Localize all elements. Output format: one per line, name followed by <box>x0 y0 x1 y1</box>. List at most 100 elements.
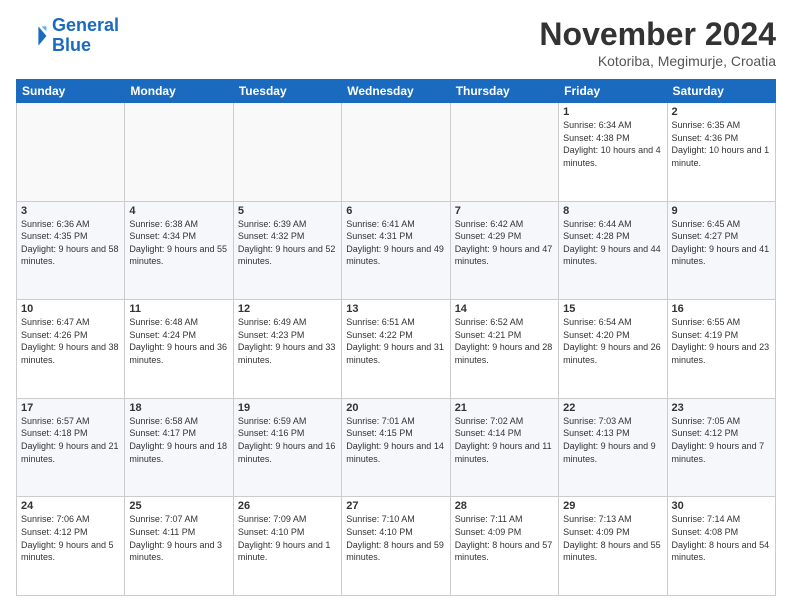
day-info: Sunrise: 7:03 AM Sunset: 4:13 PM Dayligh… <box>563 415 662 465</box>
day-cell: 30Sunrise: 7:14 AM Sunset: 4:08 PM Dayli… <box>667 497 775 596</box>
day-info: Sunrise: 7:02 AM Sunset: 4:14 PM Dayligh… <box>455 415 554 465</box>
title-block: November 2024 Kotoriba, Megimurje, Croat… <box>539 16 776 69</box>
week-row-4: 24Sunrise: 7:06 AM Sunset: 4:12 PM Dayli… <box>17 497 776 596</box>
day-cell: 3Sunrise: 6:36 AM Sunset: 4:35 PM Daylig… <box>17 201 125 300</box>
day-number: 29 <box>563 500 662 512</box>
day-cell: 1Sunrise: 6:34 AM Sunset: 4:38 PM Daylig… <box>559 103 667 202</box>
day-cell: 13Sunrise: 6:51 AM Sunset: 4:22 PM Dayli… <box>342 300 450 399</box>
logo: General Blue <box>16 16 119 56</box>
day-cell: 17Sunrise: 6:57 AM Sunset: 4:18 PM Dayli… <box>17 398 125 497</box>
day-number: 11 <box>129 303 228 315</box>
day-cell <box>17 103 125 202</box>
day-info: Sunrise: 6:47 AM Sunset: 4:26 PM Dayligh… <box>21 316 120 366</box>
day-number: 26 <box>238 500 337 512</box>
day-cell: 28Sunrise: 7:11 AM Sunset: 4:09 PM Dayli… <box>450 497 558 596</box>
day-cell: 16Sunrise: 6:55 AM Sunset: 4:19 PM Dayli… <box>667 300 775 399</box>
day-number: 10 <box>21 303 120 315</box>
day-cell <box>125 103 233 202</box>
day-cell <box>342 103 450 202</box>
day-info: Sunrise: 6:45 AM Sunset: 4:27 PM Dayligh… <box>672 218 771 268</box>
day-cell <box>233 103 341 202</box>
day-number: 9 <box>672 205 771 217</box>
day-info: Sunrise: 7:13 AM Sunset: 4:09 PM Dayligh… <box>563 513 662 563</box>
day-number: 7 <box>455 205 554 217</box>
day-info: Sunrise: 6:39 AM Sunset: 4:32 PM Dayligh… <box>238 218 337 268</box>
col-saturday: Saturday <box>667 80 775 103</box>
day-number: 22 <box>563 402 662 414</box>
subtitle: Kotoriba, Megimurje, Croatia <box>539 53 776 69</box>
day-cell: 6Sunrise: 6:41 AM Sunset: 4:31 PM Daylig… <box>342 201 450 300</box>
day-cell: 2Sunrise: 6:35 AM Sunset: 4:36 PM Daylig… <box>667 103 775 202</box>
day-info: Sunrise: 6:36 AM Sunset: 4:35 PM Dayligh… <box>21 218 120 268</box>
day-number: 8 <box>563 205 662 217</box>
day-number: 6 <box>346 205 445 217</box>
day-cell: 23Sunrise: 7:05 AM Sunset: 4:12 PM Dayli… <box>667 398 775 497</box>
header: General Blue November 2024 Kotoriba, Meg… <box>16 16 776 69</box>
day-number: 14 <box>455 303 554 315</box>
day-number: 18 <box>129 402 228 414</box>
week-row-3: 17Sunrise: 6:57 AM Sunset: 4:18 PM Dayli… <box>17 398 776 497</box>
day-info: Sunrise: 7:01 AM Sunset: 4:15 PM Dayligh… <box>346 415 445 465</box>
day-info: Sunrise: 7:06 AM Sunset: 4:12 PM Dayligh… <box>21 513 120 563</box>
day-number: 13 <box>346 303 445 315</box>
day-info: Sunrise: 7:09 AM Sunset: 4:10 PM Dayligh… <box>238 513 337 563</box>
page: General Blue November 2024 Kotoriba, Meg… <box>0 0 792 612</box>
day-number: 28 <box>455 500 554 512</box>
day-info: Sunrise: 6:38 AM Sunset: 4:34 PM Dayligh… <box>129 218 228 268</box>
day-number: 1 <box>563 106 662 118</box>
day-number: 4 <box>129 205 228 217</box>
day-info: Sunrise: 6:52 AM Sunset: 4:21 PM Dayligh… <box>455 316 554 366</box>
logo-text: General Blue <box>52 16 119 56</box>
day-number: 27 <box>346 500 445 512</box>
day-cell: 20Sunrise: 7:01 AM Sunset: 4:15 PM Dayli… <box>342 398 450 497</box>
day-number: 24 <box>21 500 120 512</box>
day-info: Sunrise: 6:49 AM Sunset: 4:23 PM Dayligh… <box>238 316 337 366</box>
week-row-2: 10Sunrise: 6:47 AM Sunset: 4:26 PM Dayli… <box>17 300 776 399</box>
day-info: Sunrise: 6:42 AM Sunset: 4:29 PM Dayligh… <box>455 218 554 268</box>
day-number: 19 <box>238 402 337 414</box>
day-cell: 7Sunrise: 6:42 AM Sunset: 4:29 PM Daylig… <box>450 201 558 300</box>
col-thursday: Thursday <box>450 80 558 103</box>
day-cell: 19Sunrise: 6:59 AM Sunset: 4:16 PM Dayli… <box>233 398 341 497</box>
day-cell: 29Sunrise: 7:13 AM Sunset: 4:09 PM Dayli… <box>559 497 667 596</box>
day-info: Sunrise: 6:55 AM Sunset: 4:19 PM Dayligh… <box>672 316 771 366</box>
day-info: Sunrise: 6:51 AM Sunset: 4:22 PM Dayligh… <box>346 316 445 366</box>
day-cell: 25Sunrise: 7:07 AM Sunset: 4:11 PM Dayli… <box>125 497 233 596</box>
day-number: 21 <box>455 402 554 414</box>
day-number: 17 <box>21 402 120 414</box>
day-info: Sunrise: 6:59 AM Sunset: 4:16 PM Dayligh… <box>238 415 337 465</box>
day-cell: 5Sunrise: 6:39 AM Sunset: 4:32 PM Daylig… <box>233 201 341 300</box>
col-monday: Monday <box>125 80 233 103</box>
week-row-0: 1Sunrise: 6:34 AM Sunset: 4:38 PM Daylig… <box>17 103 776 202</box>
week-row-1: 3Sunrise: 6:36 AM Sunset: 4:35 PM Daylig… <box>17 201 776 300</box>
day-cell: 10Sunrise: 6:47 AM Sunset: 4:26 PM Dayli… <box>17 300 125 399</box>
day-cell: 26Sunrise: 7:09 AM Sunset: 4:10 PM Dayli… <box>233 497 341 596</box>
day-cell: 4Sunrise: 6:38 AM Sunset: 4:34 PM Daylig… <box>125 201 233 300</box>
logo-line2: Blue <box>52 35 91 55</box>
logo-icon <box>16 20 48 52</box>
day-info: Sunrise: 7:07 AM Sunset: 4:11 PM Dayligh… <box>129 513 228 563</box>
day-info: Sunrise: 7:05 AM Sunset: 4:12 PM Dayligh… <box>672 415 771 465</box>
day-info: Sunrise: 7:10 AM Sunset: 4:10 PM Dayligh… <box>346 513 445 563</box>
day-info: Sunrise: 6:41 AM Sunset: 4:31 PM Dayligh… <box>346 218 445 268</box>
day-cell: 24Sunrise: 7:06 AM Sunset: 4:12 PM Dayli… <box>17 497 125 596</box>
day-cell: 12Sunrise: 6:49 AM Sunset: 4:23 PM Dayli… <box>233 300 341 399</box>
day-cell: 21Sunrise: 7:02 AM Sunset: 4:14 PM Dayli… <box>450 398 558 497</box>
day-info: Sunrise: 6:35 AM Sunset: 4:36 PM Dayligh… <box>672 119 771 169</box>
day-cell: 14Sunrise: 6:52 AM Sunset: 4:21 PM Dayli… <box>450 300 558 399</box>
day-cell: 15Sunrise: 6:54 AM Sunset: 4:20 PM Dayli… <box>559 300 667 399</box>
day-cell: 22Sunrise: 7:03 AM Sunset: 4:13 PM Dayli… <box>559 398 667 497</box>
day-info: Sunrise: 7:11 AM Sunset: 4:09 PM Dayligh… <box>455 513 554 563</box>
calendar-header: Sunday Monday Tuesday Wednesday Thursday… <box>17 80 776 103</box>
day-info: Sunrise: 7:14 AM Sunset: 4:08 PM Dayligh… <box>672 513 771 563</box>
col-sunday: Sunday <box>17 80 125 103</box>
month-title: November 2024 <box>539 16 776 53</box>
day-info: Sunrise: 6:44 AM Sunset: 4:28 PM Dayligh… <box>563 218 662 268</box>
day-info: Sunrise: 6:34 AM Sunset: 4:38 PM Dayligh… <box>563 119 662 169</box>
day-info: Sunrise: 6:54 AM Sunset: 4:20 PM Dayligh… <box>563 316 662 366</box>
day-info: Sunrise: 6:48 AM Sunset: 4:24 PM Dayligh… <box>129 316 228 366</box>
calendar-table: Sunday Monday Tuesday Wednesday Thursday… <box>16 79 776 596</box>
day-number: 16 <box>672 303 771 315</box>
day-number: 23 <box>672 402 771 414</box>
col-friday: Friday <box>559 80 667 103</box>
